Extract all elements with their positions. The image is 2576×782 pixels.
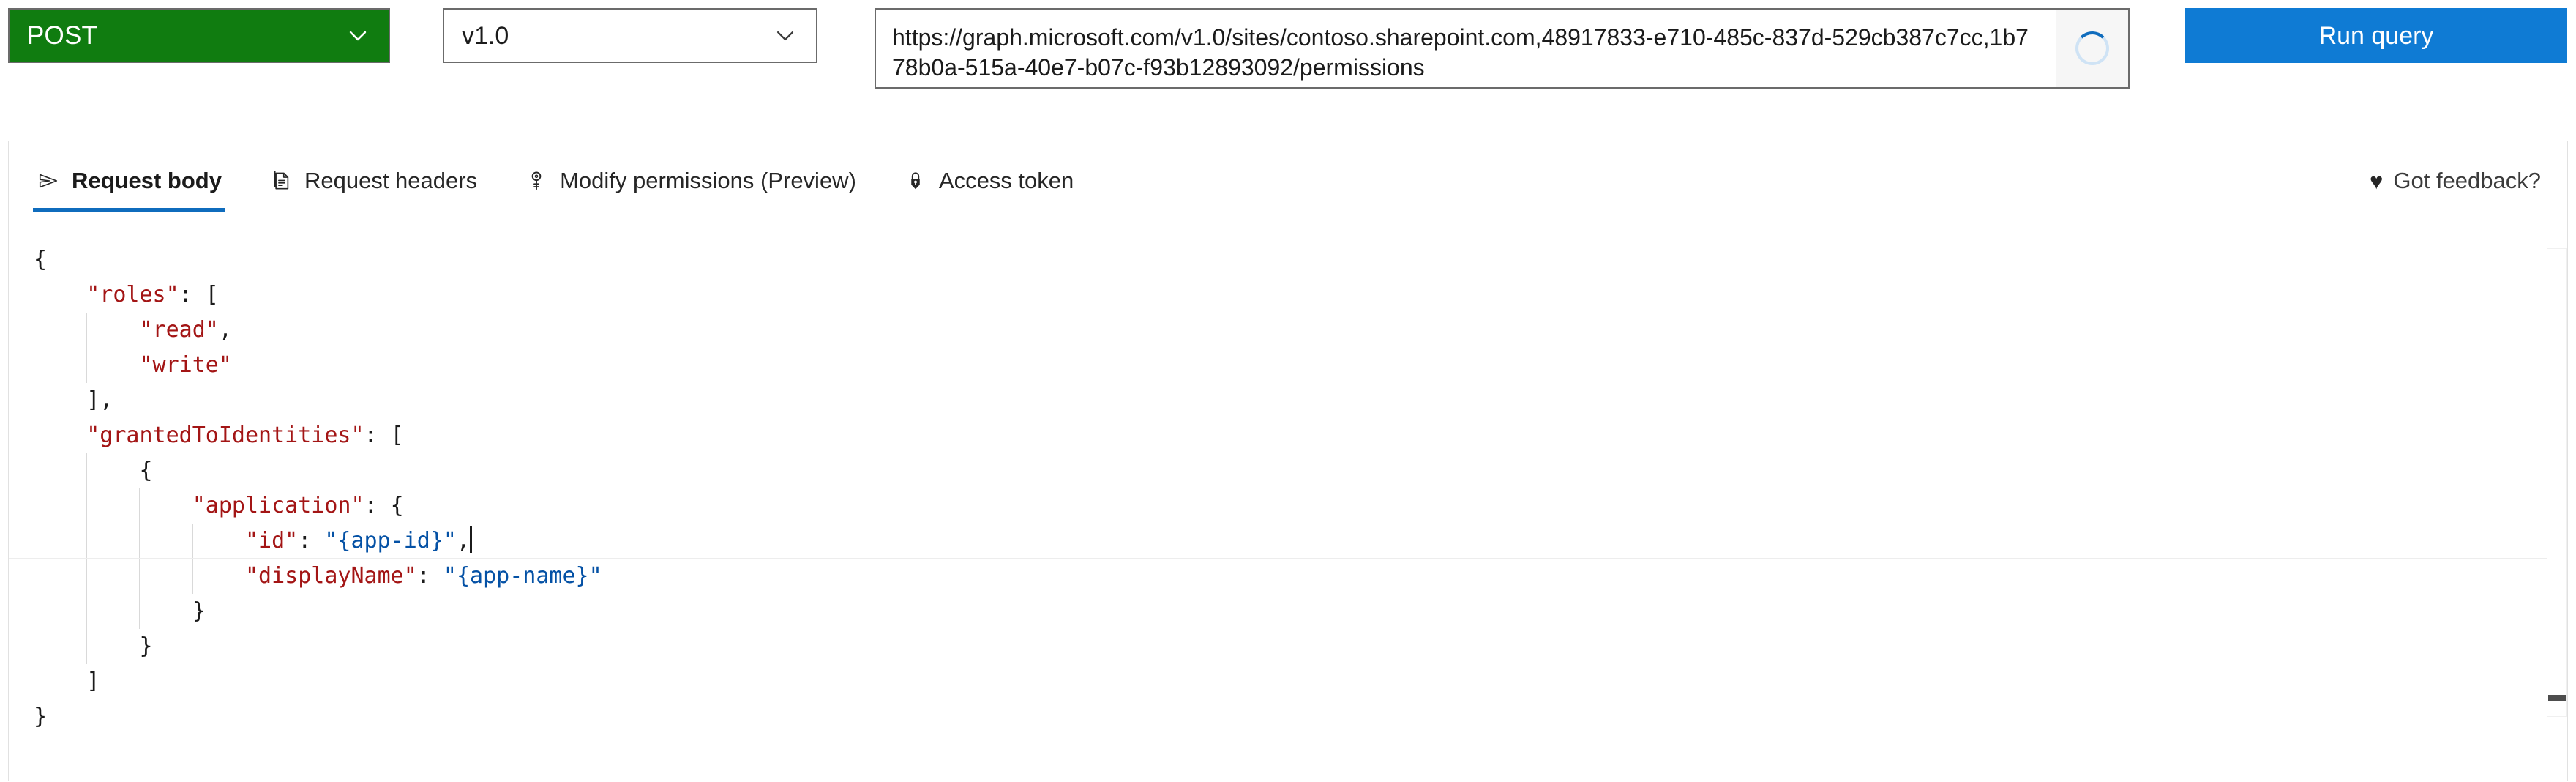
code-line[interactable]: } — [9, 699, 2567, 734]
api-version-dropdown[interactable]: v1.0 — [443, 8, 817, 63]
code-token-str: "{app-name}" — [443, 563, 602, 589]
got-feedback-label: Got feedback? — [2393, 168, 2541, 193]
code-line[interactable]: "application": { — [9, 488, 2567, 524]
request-url-field[interactable]: https://graph.microsoft.com/v1.0/sites/c… — [875, 8, 2130, 89]
tab-access-token[interactable]: Access token — [900, 157, 1077, 204]
code-token-punct: ] — [86, 669, 100, 694]
code-token-key: "read" — [139, 317, 219, 343]
heart-icon: ♥ — [2369, 168, 2384, 194]
tab-request-body[interactable]: Request body — [33, 157, 225, 212]
code-line[interactable]: "displayName": "{app-name}" — [9, 559, 2567, 594]
code-token-punct: , — [218, 317, 232, 343]
code-line[interactable]: { — [9, 242, 2567, 278]
run-query-button[interactable]: Run query — [2185, 8, 2567, 63]
code-token-punct: : [ — [179, 282, 219, 308]
tab-modify-permissions[interactable]: Modify permissions (Preview) — [521, 157, 859, 204]
code-line[interactable]: } — [9, 629, 2567, 664]
code-token-punct: } — [192, 598, 206, 624]
key-icon — [524, 168, 549, 193]
code-token-key: "grantedToIdentities" — [86, 422, 364, 448]
document-list-icon — [269, 168, 293, 193]
code-line[interactable]: { — [9, 453, 2567, 488]
editor-scrollbar-slider[interactable] — [2547, 248, 2567, 717]
code-token-punct: ], — [86, 387, 113, 413]
request-url-value[interactable]: https://graph.microsoft.com/v1.0/sites/c… — [876, 10, 2056, 87]
graph-explorer-request-pane: POST v1.0 https://graph.microsoft.com/v1… — [0, 0, 2576, 782]
editor-overview-ruler[interactable] — [2547, 235, 2567, 781]
code-token-punct: : — [416, 563, 443, 589]
json-code-area[interactable]: { "roles": [ "read", "write" ], "granted… — [9, 242, 2567, 781]
code-line[interactable]: "roles": [ — [9, 278, 2567, 313]
send-paper-plane-icon — [36, 168, 61, 193]
loading-spinner-icon — [2075, 31, 2109, 65]
code-token-key: "displayName" — [244, 563, 417, 589]
cursor-position-marker — [2548, 695, 2566, 701]
code-token-key: "roles" — [86, 282, 179, 308]
lock-icon — [903, 168, 928, 193]
chevron-down-icon — [340, 8, 375, 63]
tab-label: Modify permissions (Preview) — [560, 168, 856, 193]
tab-label: Request headers — [304, 168, 478, 193]
code-token-punct: : { — [364, 493, 404, 518]
api-version-value: v1.0 — [462, 21, 509, 50]
request-tab-bar: Request body Request headers Modify perm… — [9, 141, 2567, 235]
code-line[interactable]: ], — [9, 383, 2567, 418]
query-bar: POST v1.0 https://graph.microsoft.com/v1… — [0, 0, 2576, 139]
code-token-str: "{app-id}" — [324, 528, 457, 554]
code-token-punct: { — [34, 247, 48, 272]
code-line[interactable]: "write" — [9, 348, 2567, 383]
code-line[interactable]: ] — [9, 664, 2567, 699]
code-line[interactable]: } — [9, 594, 2567, 629]
tab-request-headers[interactable]: Request headers — [266, 157, 480, 204]
chevron-down-icon — [768, 8, 803, 63]
code-token-key: "write" — [139, 352, 232, 378]
http-method-dropdown[interactable]: POST — [8, 8, 390, 63]
code-token-punct: : [ — [364, 422, 404, 448]
tab-label: Request body — [72, 168, 222, 193]
code-line[interactable]: "read", — [9, 313, 2567, 348]
code-token-punct: : — [298, 528, 325, 554]
code-token-punct: } — [34, 704, 48, 729]
http-method-value: POST — [27, 21, 98, 50]
code-token-punct: { — [139, 458, 153, 483]
request-body-editor[interactable]: { "roles": [ "read", "write" ], "granted… — [9, 235, 2567, 781]
code-line[interactable]: "id": "{app-id}", — [9, 524, 2567, 559]
text-cursor — [470, 526, 473, 553]
got-feedback-link[interactable]: ♥ Got feedback? — [2370, 157, 2541, 204]
code-token-punct: } — [139, 633, 153, 659]
url-status-cell — [2056, 10, 2128, 87]
code-token-key: "application" — [192, 493, 364, 518]
request-panel: Request body Request headers Modify perm… — [8, 141, 2568, 781]
code-line[interactable]: "grantedToIdentities": [ — [9, 418, 2567, 453]
code-token-punct: , — [456, 528, 471, 554]
request-tab-list: Request body Request headers Modify perm… — [9, 141, 2370, 212]
tab-label: Access token — [938, 168, 1074, 193]
code-token-key: "id" — [244, 528, 299, 554]
